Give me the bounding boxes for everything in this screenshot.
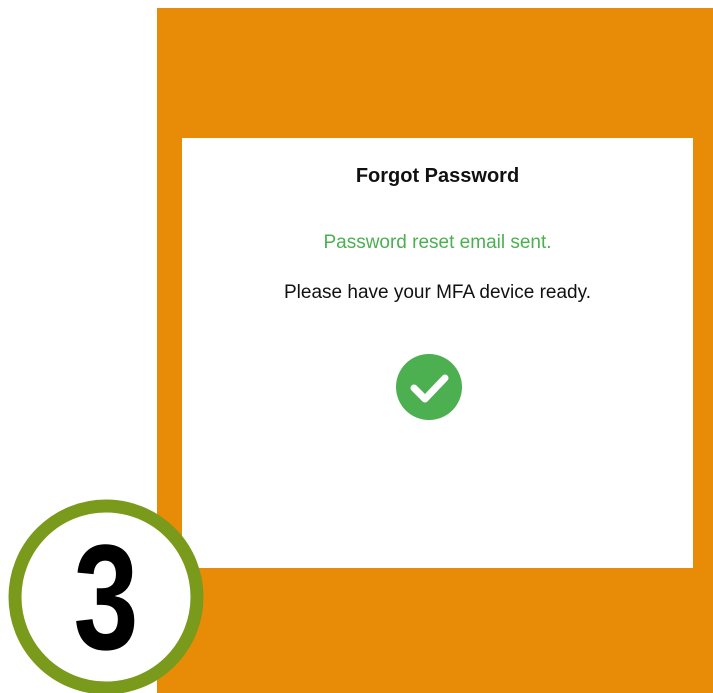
step-number-badge: 3 (8, 499, 204, 693)
dialog-title: Forgot Password (355, 165, 520, 187)
success-message: Password reset email sent. (323, 232, 552, 253)
screen: Forgot Password Password reset email sen… (0, 0, 713, 693)
mfa-info-message: Please have your MFA device ready. (284, 282, 591, 303)
check-circle-icon (396, 354, 462, 420)
forgot-password-dialog: Forgot Password Password reset email sen… (182, 138, 693, 568)
step-number: 3 (73, 513, 139, 681)
